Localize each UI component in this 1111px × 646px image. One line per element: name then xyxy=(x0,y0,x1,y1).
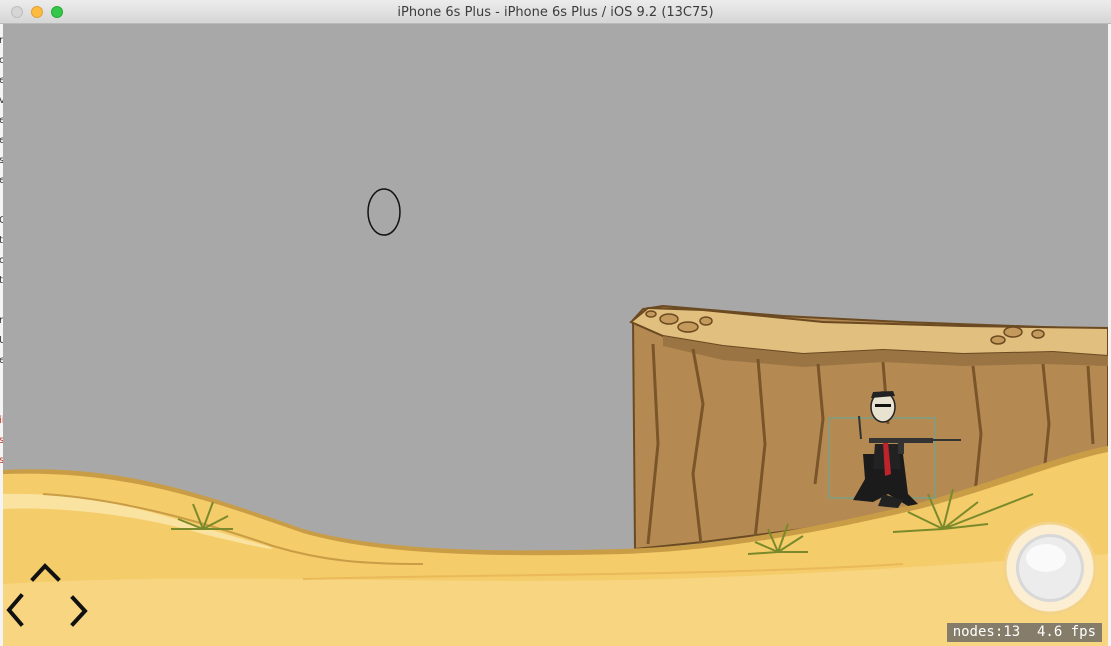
window-title: iPhone 6s Plus - iPhone 6s Plus / iOS 9.… xyxy=(397,5,714,20)
simulator-window: iPhone 6s Plus - iPhone 6s Plus / iOS 9.… xyxy=(0,0,1111,646)
game-scene-artwork xyxy=(3,188,1108,646)
game-scene[interactable]: nodes:13 4.6 fps xyxy=(3,24,1108,646)
oval-outline-icon xyxy=(367,188,401,236)
fire-button-icon[interactable] xyxy=(1003,521,1097,615)
fps-stats-overlay: nodes:13 4.6 fps xyxy=(946,623,1102,642)
title-bar[interactable]: iPhone 6s Plus - iPhone 6s Plus / iOS 9.… xyxy=(0,0,1111,24)
